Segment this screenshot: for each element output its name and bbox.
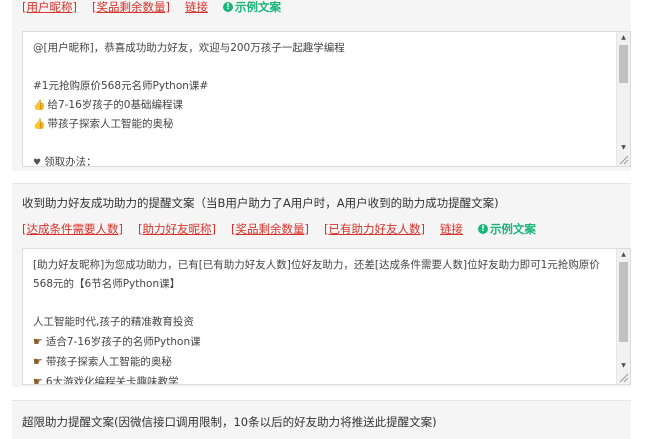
section-1-panel: [用户昵称] [奖品剩余数量] 链接 ! 示例文案 @[用户昵称]，恭喜成功助力… [12, 0, 631, 171]
section-2-panel: 收到助力好友成功助力的提醒文案（当B用户助力了A用户时，A用户收到的助力成功提醒… [12, 183, 631, 387]
text-line: ☛ 适合7-16岁孩子的名师Python课 [33, 335, 201, 348]
section-2-scrollbar[interactable]: ▲ ▼ [616, 249, 630, 384]
tag-current-helpers[interactable]: [已有助力好友人数] [324, 221, 425, 237]
tag-required-count[interactable]: [达成条件需要人数] [22, 221, 123, 237]
thumbs-up-icon: 👍 [33, 119, 46, 130]
section-1-textarea[interactable]: @[用户昵称]，恭喜成功助力好友，欢迎与200万孩子一起趣学编程 #1元抢购原价… [22, 31, 631, 167]
tag-user-nickname[interactable]: [用户昵称] [22, 0, 77, 15]
info-circle-icon: ! [477, 224, 488, 234]
scroll-down-arrow-icon[interactable]: ▼ [617, 142, 630, 154]
scroll-down-arrow-icon[interactable]: ▼ [617, 360, 630, 372]
resize-grip-icon[interactable] [618, 372, 629, 383]
pointing-hand-icon: ☛ [33, 355, 43, 368]
thumbs-up-icon: 👍 [33, 100, 46, 111]
text-line: [助力好友昵称]为您成功助力，已有[已有助力好友人数]位好友助力，还差[达成条件… [33, 259, 600, 271]
section-1-scrollbar[interactable]: ▲ ▼ [616, 32, 630, 166]
text-line: 👍 给7-16岁孩子的0基础编程课 [33, 99, 183, 111]
text-line: 人工智能时代,孩子的精准教育投资 [33, 316, 194, 328]
text-line: @[用户昵称]，恭喜成功助力好友，欢迎与200万孩子一起趣学编程 [33, 42, 345, 54]
tag-helper-nickname[interactable]: [助力好友昵称] [138, 221, 216, 237]
page: [用户昵称] [奖品剩余数量] 链接 ! 示例文案 @[用户昵称]，恭喜成功助力… [0, 0, 650, 439]
text-line: ☛ 带孩子探索人工智能的奥秘 [33, 355, 172, 368]
section-1-tags: [用户昵称] [奖品剩余数量] 链接 ! 示例文案 [22, 0, 281, 15]
scroll-up-arrow-icon[interactable]: ▲ [617, 249, 630, 261]
section-1-text[interactable]: @[用户昵称]，恭喜成功助力好友，欢迎与200万孩子一起趣学编程 #1元抢购原价… [23, 32, 616, 166]
section-3-panel: 超限助力提醒文案(因微信接口调用限制，10条以后的好友助力将推送此提醒文案) [12, 400, 631, 439]
example-copy-link[interactable]: ! 示例文案 [222, 0, 281, 15]
tag-prize-remaining[interactable]: [奖品剩余数量] [92, 0, 170, 15]
scrollbar-thumb[interactable] [619, 262, 628, 342]
tag-prize-remaining[interactable]: [奖品剩余数量] [231, 221, 309, 237]
scrollbar-thumb[interactable] [619, 45, 628, 83]
tag-link[interactable]: 链接 [185, 0, 208, 15]
section-2-text[interactable]: [助力好友昵称]为您成功助力，已有[已有助力好友人数]位好友助力，还差[达成条件… [23, 249, 616, 384]
heart-icon: ♥ [33, 158, 42, 166]
example-copy-label: 示例文案 [234, 0, 281, 14]
resize-grip-icon[interactable] [618, 154, 629, 165]
pointing-hand-icon: ☛ [33, 375, 43, 384]
text-line: 👍 带孩子探索人工智能的奥秘 [33, 118, 174, 130]
text-line: 568元的【6节名师Python课】 [33, 278, 181, 290]
section-2-textarea[interactable]: [助力好友昵称]为您成功助力，已有[已有助力好友人数]位好友助力，还差[达成条件… [22, 248, 631, 385]
example-copy-link[interactable]: ! 示例文案 [477, 221, 536, 237]
section-3-title: 超限助力提醒文案(因微信接口调用限制，10条以后的好友助力将推送此提醒文案) [22, 415, 437, 429]
tag-link[interactable]: 链接 [440, 221, 463, 237]
example-copy-label: 示例文案 [489, 222, 536, 236]
text-line: #1元抢购原价568元名师Python课# [33, 80, 209, 92]
section-2-tags: [达成条件需要人数] [助力好友昵称] [奖品剩余数量] [已有助力好友人数] … [22, 221, 536, 237]
info-circle-icon: ! [222, 2, 233, 12]
pointing-hand-icon: ☛ [33, 335, 43, 348]
text-line: ♥ 领取办法： [33, 156, 97, 166]
text-line: ☛ 6大游戏化编程关卡趣味教学 [33, 372, 606, 384]
section-2-title: 收到助力好友成功助力的提醒文案（当B用户助力了A用户时，A用户收到的助力成功提醒… [22, 196, 499, 210]
scroll-up-arrow-icon[interactable]: ▲ [617, 32, 630, 44]
